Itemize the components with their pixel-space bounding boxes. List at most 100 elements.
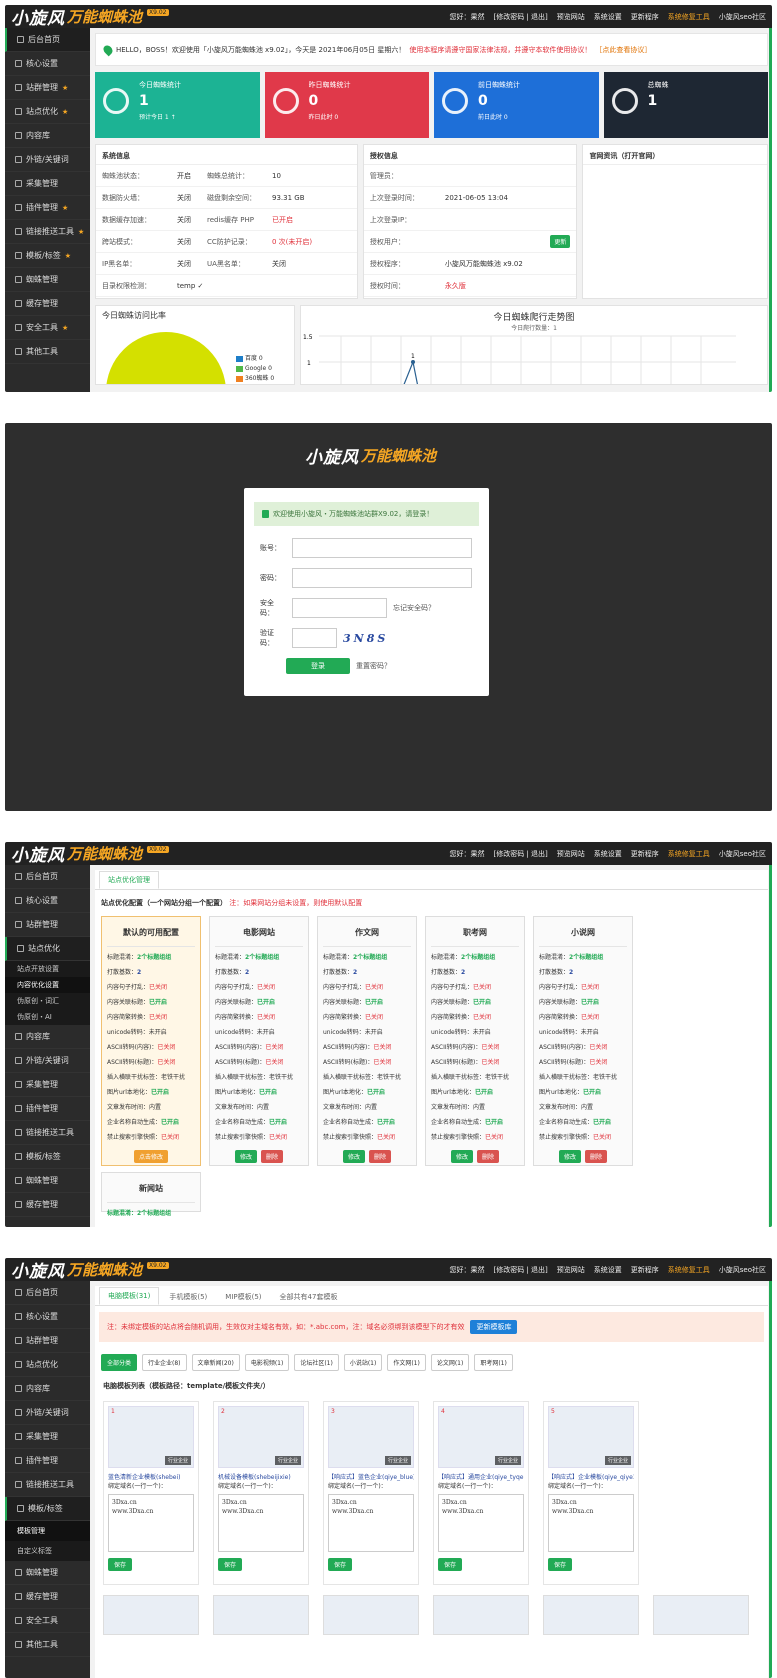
sidebar-item[interactable]: 后台首页: [5, 28, 90, 52]
delete-button[interactable]: 删除: [585, 1150, 608, 1163]
filter-button[interactable]: 小说站(1): [343, 1354, 383, 1371]
captcha-image[interactable]: 3N8S: [343, 632, 388, 645]
password-input[interactable]: [292, 568, 472, 588]
filter-button[interactable]: 论坛社区(1): [294, 1354, 339, 1371]
sidebar-item[interactable]: 其他工具: [5, 340, 90, 364]
template-name[interactable]: 蓝色清新企业模板(shebei): [108, 1472, 194, 1481]
update-link[interactable]: 更新程序: [631, 849, 659, 859]
save-button[interactable]: 保存: [328, 1558, 352, 1571]
community-link[interactable]: 小旋风seo社区: [719, 1265, 766, 1275]
brand-logo[interactable]: 小旋风 万能蜘蛛池 X9.02: [11, 5, 169, 29]
preview-site-link[interactable]: 预览网站: [557, 849, 585, 859]
update-templates-button[interactable]: 更新模板库: [470, 1320, 518, 1334]
filter-button[interactable]: 作文网(1): [387, 1354, 426, 1371]
domain-textarea[interactable]: 3Dxa.cn www.3Dxa.cn: [548, 1494, 634, 1552]
sidebar-item[interactable]: 插件管理: [5, 1449, 90, 1473]
sidebar-subitem[interactable]: 内容优化设置: [5, 977, 90, 993]
sidebar-item[interactable]: 外链/关键词: [5, 148, 90, 172]
template-tab[interactable]: MIP模板(5): [217, 1289, 269, 1305]
sidebar-item[interactable]: 模板/标签 ★: [5, 244, 90, 268]
repair-tool-link[interactable]: 系统修复工具: [668, 12, 710, 22]
safecode-input[interactable]: [292, 598, 387, 618]
template-thumbnail[interactable]: 2 行业企业: [218, 1406, 304, 1468]
sidebar-item[interactable]: 安全工具 ★: [5, 316, 90, 340]
username-input[interactable]: [292, 538, 472, 558]
sidebar-item[interactable]: 内容库: [5, 1377, 90, 1401]
filter-button[interactable]: 全部分类: [101, 1354, 138, 1371]
template-thumb[interactable]: [213, 1595, 309, 1635]
password-logout-link[interactable]: [修改密码 | 退出]: [493, 1265, 547, 1275]
tab-optimization[interactable]: 站点优化管理: [99, 871, 159, 889]
preview-site-link[interactable]: 预览网站: [557, 1265, 585, 1275]
delete-button[interactable]: 删除: [477, 1150, 500, 1163]
edit-button[interactable]: 修改: [450, 1150, 473, 1163]
news-title-link[interactable]: 官网资讯（打开官网）: [583, 145, 768, 165]
system-settings-link[interactable]: 系统设置: [594, 849, 622, 859]
template-tab[interactable]: 全部共有47套模板: [272, 1289, 346, 1305]
sidebar-item[interactable]: 缓存管理: [5, 292, 90, 316]
sidebar-subitem[interactable]: 站点开放设置: [5, 961, 90, 977]
template-thumbnail[interactable]: 5 行业企业: [548, 1406, 634, 1468]
sidebar-item[interactable]: 模板/标签: [5, 1145, 90, 1169]
sidebar-item[interactable]: 插件管理: [5, 1097, 90, 1121]
domain-textarea[interactable]: 3Dxa.cn www.3Dxa.cn: [218, 1494, 304, 1552]
repair-tool-link[interactable]: 系统修复工具: [668, 849, 710, 859]
template-thumbnail[interactable]: 3 行业企业: [328, 1406, 414, 1468]
filter-button[interactable]: 电影视频(1): [244, 1354, 290, 1371]
sidebar-item[interactable]: 采集管理: [5, 172, 90, 196]
sidebar-item[interactable]: 核心设置: [5, 889, 90, 913]
update-auth-button[interactable]: 更新: [550, 235, 571, 248]
sidebar-item[interactable]: 站点优化 ★: [5, 100, 90, 124]
template-name[interactable]: 【响应式】蓝色企业(qiye_blue): [328, 1472, 414, 1481]
system-settings-link[interactable]: 系统设置: [594, 1265, 622, 1275]
sidebar-item[interactable]: 蜘蛛管理: [5, 268, 90, 292]
captcha-input[interactable]: [292, 628, 337, 648]
brand-logo[interactable]: 小旋风 万能蜘蛛池 X9.02: [11, 842, 169, 866]
sidebar-item[interactable]: 外链/关键词: [5, 1401, 90, 1425]
edit-button[interactable]: 修改: [342, 1150, 365, 1163]
community-link[interactable]: 小旋风seo社区: [719, 849, 766, 859]
domain-textarea[interactable]: 3Dxa.cn www.3Dxa.cn: [108, 1494, 194, 1552]
agreement-link[interactable]: ［点此查看协议］: [595, 45, 651, 55]
template-thumbnail[interactable]: 4 行业企业: [438, 1406, 524, 1468]
template-thumb[interactable]: [103, 1595, 199, 1635]
sidebar-subitem[interactable]: 模板管理: [5, 1521, 90, 1541]
sidebar-subitem[interactable]: 伪原创・词汇: [5, 993, 90, 1009]
sidebar-item[interactable]: 蜘蛛管理: [5, 1561, 90, 1585]
edit-button[interactable]: 修改: [234, 1150, 257, 1163]
reset-password-link[interactable]: 重置密码？: [356, 661, 391, 671]
sidebar-item[interactable]: 插件管理 ★: [5, 196, 90, 220]
template-name[interactable]: 机械设备模板(shebeijixie): [218, 1472, 304, 1481]
preview-site-link[interactable]: 预览网站: [557, 12, 585, 22]
filter-button[interactable]: 论文网(1): [430, 1354, 470, 1371]
forgot-safecode-link[interactable]: 忘记安全码？: [393, 603, 435, 613]
template-thumb[interactable]: [323, 1595, 419, 1635]
sidebar-item[interactable]: 模板/标签: [5, 1497, 90, 1521]
password-logout-link[interactable]: [修改密码 | 退出]: [493, 849, 547, 859]
sidebar-item[interactable]: 核心设置: [5, 52, 90, 76]
sidebar-item[interactable]: 站点优化: [5, 1353, 90, 1377]
save-button[interactable]: 保存: [218, 1558, 242, 1571]
update-link[interactable]: 更新程序: [631, 12, 659, 22]
edit-button[interactable]: 修改: [558, 1150, 581, 1163]
sidebar-item[interactable]: 蜘蛛管理: [5, 1169, 90, 1193]
system-settings-link[interactable]: 系统设置: [594, 12, 622, 22]
sidebar-item[interactable]: 站群管理 ★: [5, 76, 90, 100]
template-tab[interactable]: 电脑模板(31): [99, 1287, 160, 1305]
save-button[interactable]: 保存: [438, 1558, 462, 1571]
template-name[interactable]: 【响应式】通用企业(qiye_tyqe): [438, 1472, 524, 1481]
sidebar-item[interactable]: 内容库: [5, 124, 90, 148]
save-button[interactable]: 保存: [108, 1558, 132, 1571]
sidebar-item[interactable]: 链接推送工具: [5, 1121, 90, 1145]
domain-textarea[interactable]: 3Dxa.cn www.3Dxa.cn: [328, 1494, 414, 1552]
delete-button[interactable]: 删除: [369, 1150, 392, 1163]
template-thumb[interactable]: [543, 1595, 639, 1635]
filter-button[interactable]: 职考网(1): [474, 1354, 513, 1371]
sidebar-item[interactable]: 缓存管理: [5, 1193, 90, 1217]
filter-button[interactable]: 文章新闻(20): [191, 1354, 240, 1371]
password-logout-link[interactable]: [修改密码 | 退出]: [493, 12, 547, 22]
community-link[interactable]: 小旋风seo社区: [719, 12, 766, 22]
sidebar-subitem[interactable]: 伪原创・AI: [5, 1009, 90, 1025]
sidebar-subitem[interactable]: 自定义标签: [5, 1541, 90, 1561]
sidebar-item[interactable]: 链接推送工具 ★: [5, 220, 90, 244]
